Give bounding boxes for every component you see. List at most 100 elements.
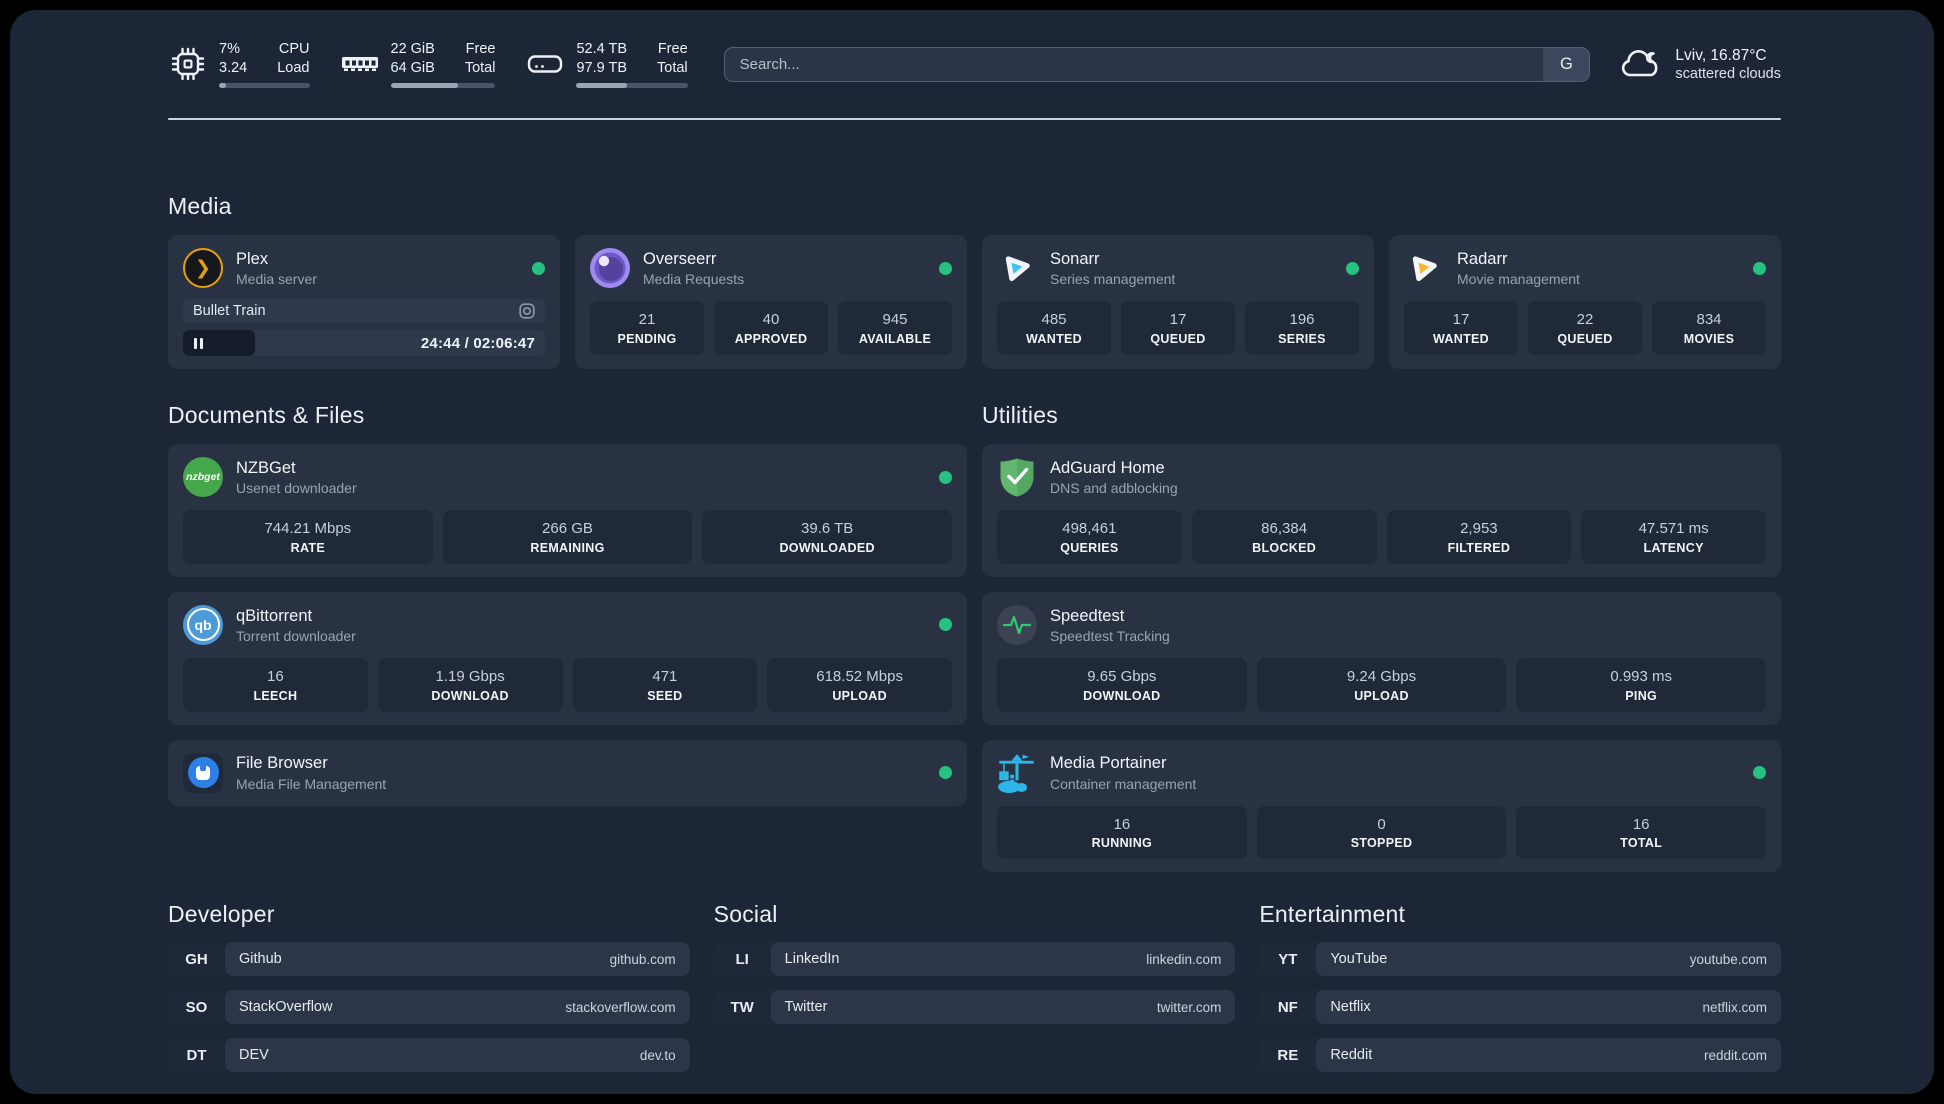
stat-tile: 266 GB REMAINING <box>442 510 693 564</box>
bookmark-dev[interactable]: DT DEV dev.to <box>168 1038 690 1073</box>
app-card-radarr[interactable]: Radarr Movie management 17 WANTED 22 QUE… <box>1389 235 1781 369</box>
search-bar: G <box>723 46 1591 82</box>
stat-tile: 0 STOPPED <box>1256 805 1507 860</box>
stat-value: 744.21 Mbps <box>264 520 352 537</box>
section-title-entertainment: Entertainment <box>1259 901 1406 928</box>
bookmark-github[interactable]: GH Github github.com <box>168 942 690 977</box>
app-card-qbittorrent[interactable]: qb qBittorrent Torrent downloader 16 LEE… <box>168 591 967 725</box>
app-card-plex[interactable]: ❯ Plex Media server Bullet Train 24:44 /… <box>168 235 560 369</box>
stat-tile: 9.65 Gbps DOWNLOAD <box>997 657 1247 712</box>
stat-value: 40 <box>762 311 780 328</box>
stat-value: 945 <box>882 311 908 328</box>
stat-tile: 16 TOTAL <box>1516 805 1766 860</box>
search-engine-button[interactable]: G <box>1543 47 1590 81</box>
status-online-dot <box>1346 261 1359 275</box>
bookmark-linkedin[interactable]: LI LinkedIn linkedin.com <box>713 942 1236 977</box>
stat-label: BLOCKED <box>1252 540 1317 555</box>
stat-tile: 834 MOVIES <box>1652 301 1766 355</box>
app-name-portainer: Media Portainer <box>1050 754 1167 773</box>
bookmark-name: Netflix <box>1330 999 1371 1016</box>
cpu-label: CPU <box>278 41 310 58</box>
stat-tile: 485 WANTED <box>997 301 1111 355</box>
ram-icon <box>341 57 378 71</box>
stat-tile: 945 AVAILABLE <box>838 301 952 355</box>
status-online-dot <box>939 261 952 275</box>
cpu-usage-value: 7% <box>219 41 240 58</box>
bookmark-url: youtube.com <box>1689 951 1767 967</box>
stat-value: 266 GB <box>542 520 593 537</box>
stat-tile: 744.21 Mbps RATE <box>183 510 433 564</box>
search-input[interactable] <box>724 47 1544 81</box>
memory-free-value: 22 GiB <box>390 41 435 58</box>
stat-value: 16 <box>267 667 284 685</box>
stat-tile: 0.993 ms PING <box>1516 657 1766 712</box>
status-online-dot <box>1753 766 1766 779</box>
app-card-speedtest[interactable]: Speedtest Speedtest Tracking 9.65 Gbps D… <box>982 591 1781 725</box>
stat-label: WANTED <box>1026 331 1082 346</box>
stat-label: SEED <box>647 688 683 703</box>
app-desc-sonarr: Series management <box>1050 271 1176 288</box>
bookmark-youtube[interactable]: YT YouTube youtube.com <box>1259 942 1781 977</box>
stat-value: 0 <box>1377 815 1386 833</box>
nzbget-logo: nzbget <box>183 457 223 497</box>
playback-progress-bar[interactable]: 24:44 / 02:06:47 <box>183 330 545 356</box>
bookmark-abbr: TW <box>730 998 754 1016</box>
app-name-qbittorrent: qBittorrent <box>236 606 313 625</box>
plex-logo: ❯ <box>183 248 223 288</box>
bookmark-reddit[interactable]: RE Reddit reddit.com <box>1259 1038 1781 1073</box>
stat-value: 471 <box>652 667 678 685</box>
stat-value: 21 <box>638 311 656 328</box>
app-desc-plex: Media server <box>236 271 317 288</box>
stat-tile: 16 RUNNING <box>997 805 1247 860</box>
app-name-radarr: Radarr <box>1457 249 1508 268</box>
playback-time: 24:44 / 02:06:47 <box>420 334 535 352</box>
bookmark-name: Github <box>239 951 282 968</box>
bookmark-twitter[interactable]: TW Twitter twitter.com <box>713 990 1236 1025</box>
camera-icon <box>519 303 535 319</box>
top-bar: 7% 3.24 CPU Load 22 GiB 64 GiB Free Tota… <box>168 40 1781 88</box>
stat-tile: 9.24 Gbps UPLOAD <box>1256 657 1507 712</box>
stat-label: RATE <box>290 540 325 555</box>
bookmark-name: Reddit <box>1330 1047 1373 1064</box>
app-card-nzbget[interactable]: nzbget NZBGet Usenet downloader 744.21 M… <box>168 444 967 577</box>
app-card-sonarr[interactable]: Sonarr Series management 485 WANTED 17 Q… <box>982 235 1374 369</box>
app-card-adguard[interactable]: AdGuard Home DNS and adblocking 498,461 … <box>982 444 1781 577</box>
bookmark-url: stackoverflow.com <box>565 999 676 1015</box>
app-name-nzbget: NZBGet <box>236 458 296 477</box>
adguard-logo <box>997 457 1037 497</box>
cpu-progress-fill <box>219 82 227 88</box>
stat-value: 16 <box>1632 815 1650 833</box>
app-card-filebrowser[interactable]: File Browser Media File Management <box>168 739 967 806</box>
app-desc-nzbget: Usenet downloader <box>236 480 357 497</box>
stat-tile: 2,953 FILTERED <box>1386 510 1572 564</box>
app-desc-radarr: Movie management <box>1457 271 1580 288</box>
status-online-dot <box>1753 261 1766 275</box>
stat-value: 39.6 TB <box>801 520 854 537</box>
section-title-social: Social <box>713 901 778 928</box>
app-name-plex: Plex <box>236 249 269 268</box>
app-name-filebrowser: File Browser <box>236 754 328 773</box>
header-divider <box>168 118 1781 120</box>
stat-tile: 16 LEECH <box>183 657 368 712</box>
stat-value: 17 <box>1169 311 1187 328</box>
bookmark-abbr: NF <box>1277 998 1298 1016</box>
pause-icon[interactable] <box>194 337 203 349</box>
weather-location-temp: Lviv, 16.87°C <box>1675 46 1767 64</box>
app-name-sonarr: Sonarr <box>1050 249 1100 268</box>
status-online-dot <box>532 261 545 275</box>
stat-value: 2,953 <box>1460 520 1498 537</box>
app-card-portainer[interactable]: Media Portainer Container management 16 … <box>982 739 1781 873</box>
app-card-overseerr[interactable]: Overseerr Media Requests 21 PENDING 40 A… <box>575 235 967 369</box>
stat-value: 47.571 ms <box>1638 520 1709 537</box>
bookmark-netflix[interactable]: NF Netflix netflix.com <box>1259 990 1781 1025</box>
stat-value: 9.65 Gbps <box>1087 667 1157 685</box>
stat-label: STOPPED <box>1350 836 1413 851</box>
memory-progress-track <box>390 82 496 88</box>
portainer-logo <box>997 753 1037 793</box>
stat-label: APPROVED <box>734 331 808 346</box>
stat-value: 0.993 ms <box>1610 667 1673 685</box>
bookmark-stackoverflow[interactable]: SO StackOverflow stackoverflow.com <box>168 990 690 1025</box>
stat-label: QUERIES <box>1060 540 1119 555</box>
stat-label: PING <box>1625 688 1658 703</box>
bookmark-name: StackOverflow <box>239 999 333 1016</box>
